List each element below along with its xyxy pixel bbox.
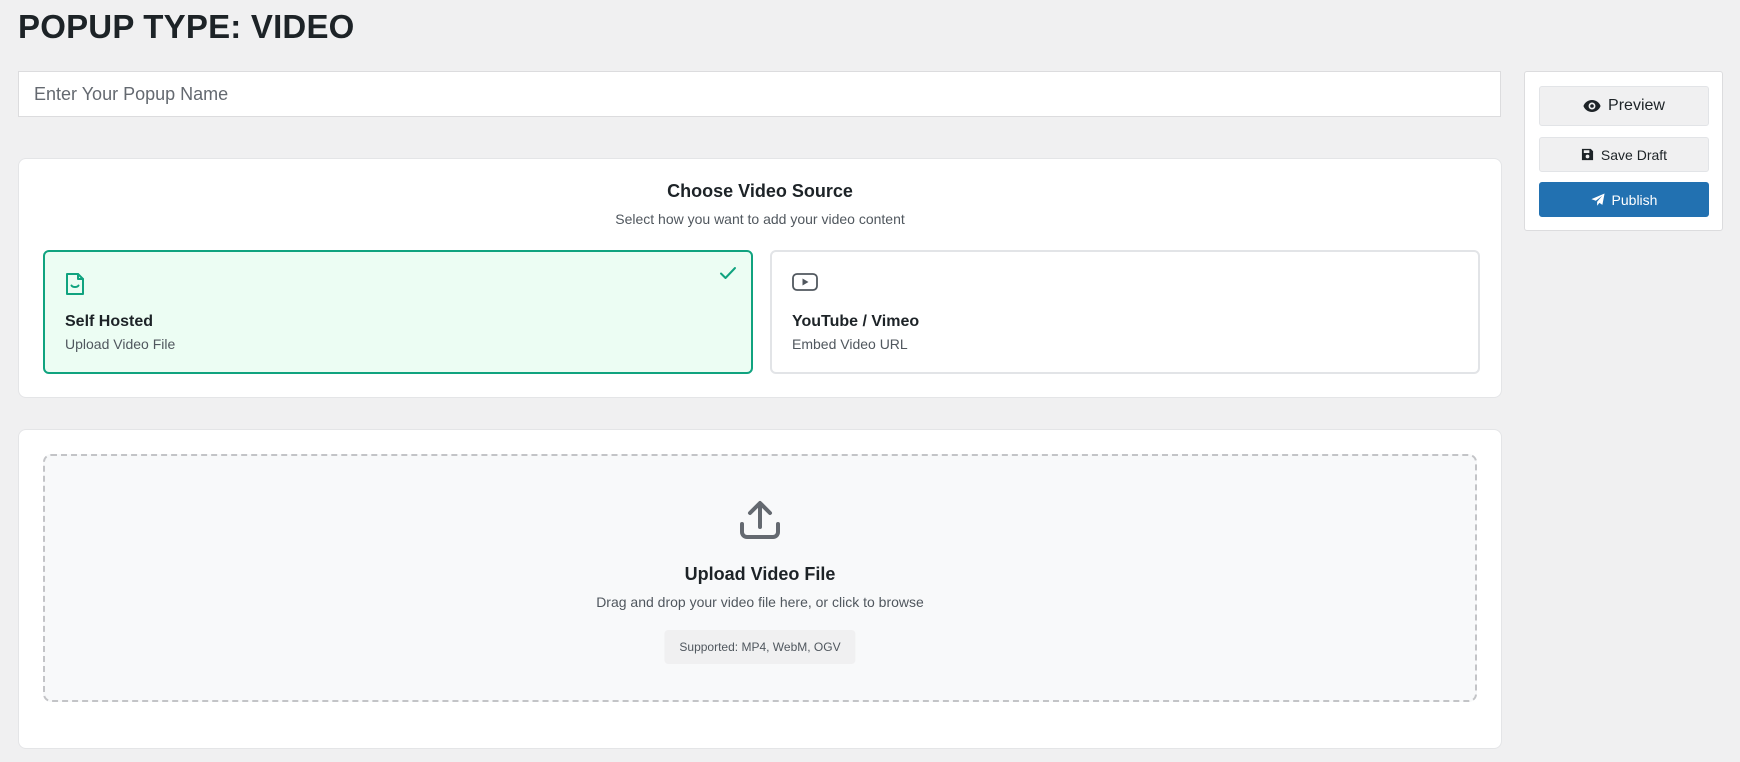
publish-button[interactable]: Publish xyxy=(1539,182,1709,217)
floppy-disk-icon xyxy=(1581,148,1594,161)
option-youtube-vimeo[interactable]: YouTube / Vimeo Embed Video URL xyxy=(770,250,1480,374)
video-source-card: Choose Video Source Select how you want … xyxy=(18,158,1502,398)
upload-dropzone[interactable]: Upload Video File Drag and drop your vid… xyxy=(43,454,1477,702)
actions-panel: Preview Save Draft Publish xyxy=(1524,71,1723,231)
supported-formats-badge: Supported: MP4, WebM, OGV xyxy=(664,630,856,664)
preview-button[interactable]: Preview xyxy=(1539,86,1709,126)
publish-label: Publish xyxy=(1611,191,1658,208)
upload-title: Upload Video File xyxy=(684,564,836,584)
option-self-hosted-title: Self Hosted xyxy=(65,313,154,330)
option-youtube-vimeo-description: Embed Video URL xyxy=(792,336,908,352)
option-self-hosted-description: Upload Video File xyxy=(65,336,176,352)
upload-description: Drag and drop your video file here, or c… xyxy=(596,594,924,610)
save-draft-label: Save Draft xyxy=(1600,146,1668,163)
paper-plane-icon xyxy=(1590,192,1605,207)
youtube-icon xyxy=(792,272,818,297)
file-video-icon xyxy=(65,272,85,301)
eye-icon xyxy=(1583,99,1601,113)
popup-name-input[interactable] xyxy=(18,71,1501,117)
page-title: POPUP TYPE: VIDEO xyxy=(18,8,355,45)
option-self-hosted[interactable]: Self Hosted Upload Video File xyxy=(43,250,753,374)
check-icon xyxy=(719,266,737,285)
video-source-title: Choose Video Source xyxy=(667,181,853,201)
upload-card: Upload Video File Drag and drop your vid… xyxy=(18,429,1502,749)
video-source-subtitle: Select how you want to add your video co… xyxy=(615,211,905,227)
save-draft-button[interactable]: Save Draft xyxy=(1539,137,1709,172)
option-youtube-vimeo-title: YouTube / Vimeo xyxy=(792,313,920,330)
preview-label: Preview xyxy=(1608,97,1665,114)
upload-icon xyxy=(739,500,781,545)
